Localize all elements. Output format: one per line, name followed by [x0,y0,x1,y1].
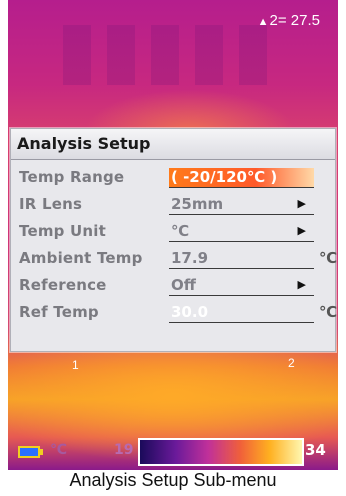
reference-value[interactable]: Off ▶ [169,276,314,296]
submenu-arrow-icon: ▶ [297,224,306,237]
row-label: Ambient Temp [19,249,143,267]
readout-value: 27.5 [290,12,320,29]
row-label: Temp Range [19,168,125,186]
menu-row-ir-lens[interactable]: IR Lens 25mm ▶ [19,192,331,218]
menu-row-temp-unit[interactable]: Temp Unit ℃ ▶ [19,219,331,245]
ref-temp-value[interactable]: 30.0 [169,303,314,323]
status-unit: ℃ [50,442,67,458]
color-scale-bar [138,438,304,466]
row-label: Temp Unit [19,222,106,240]
menu-row-reference[interactable]: Reference Off ▶ [19,273,331,299]
row-label: IR Lens [19,195,83,213]
scale-min-value: 19 [114,442,134,458]
spot-marker-1: 1 [72,358,79,372]
temp-unit-value[interactable]: ℃ ▶ [169,222,314,242]
status-bar: ℃ 19 34 [8,432,338,470]
row-label: Reference [19,276,107,294]
battery-icon [18,446,40,458]
readout-label: 2= [269,12,287,29]
unit-label: ℃ [319,249,338,267]
marker-triangle-icon: ▲ [257,16,269,28]
reference-readout: ▲2= 27.5 [258,12,320,29]
submenu-arrow-icon: ▶ [297,197,306,210]
ambient-temp-value[interactable]: 17.9 [169,249,314,269]
scale-max-value: 34 [305,441,326,459]
ir-lens-value[interactable]: 25mm ▶ [169,195,314,215]
unit-label: ℃ [319,303,338,321]
analysis-setup-menu: Analysis Setup Temp Range ( -20/120℃ ) I… [10,128,337,352]
temp-range-value[interactable]: ( -20/120℃ ) [169,168,314,188]
spot-marker-2: 2 [288,356,295,370]
menu-row-ambient-temp[interactable]: Ambient Temp 17.9 ℃ [19,246,337,272]
battery-tip [40,449,43,455]
row-label: Ref Temp [19,303,99,321]
menu-row-ref-temp[interactable]: Ref Temp 30.0 ℃ [19,300,337,326]
menu-title: Analysis Setup [11,129,335,160]
thermal-background-pattern [63,25,283,85]
thermal-screen: ▲2= 27.5 1 2 Analysis Setup Temp Range (… [8,0,338,470]
menu-row-temp-range[interactable]: Temp Range ( -20/120℃ ) [19,165,331,191]
submenu-arrow-icon: ▶ [297,278,306,291]
caption: Analysis Setup Sub-menu [69,470,277,490]
